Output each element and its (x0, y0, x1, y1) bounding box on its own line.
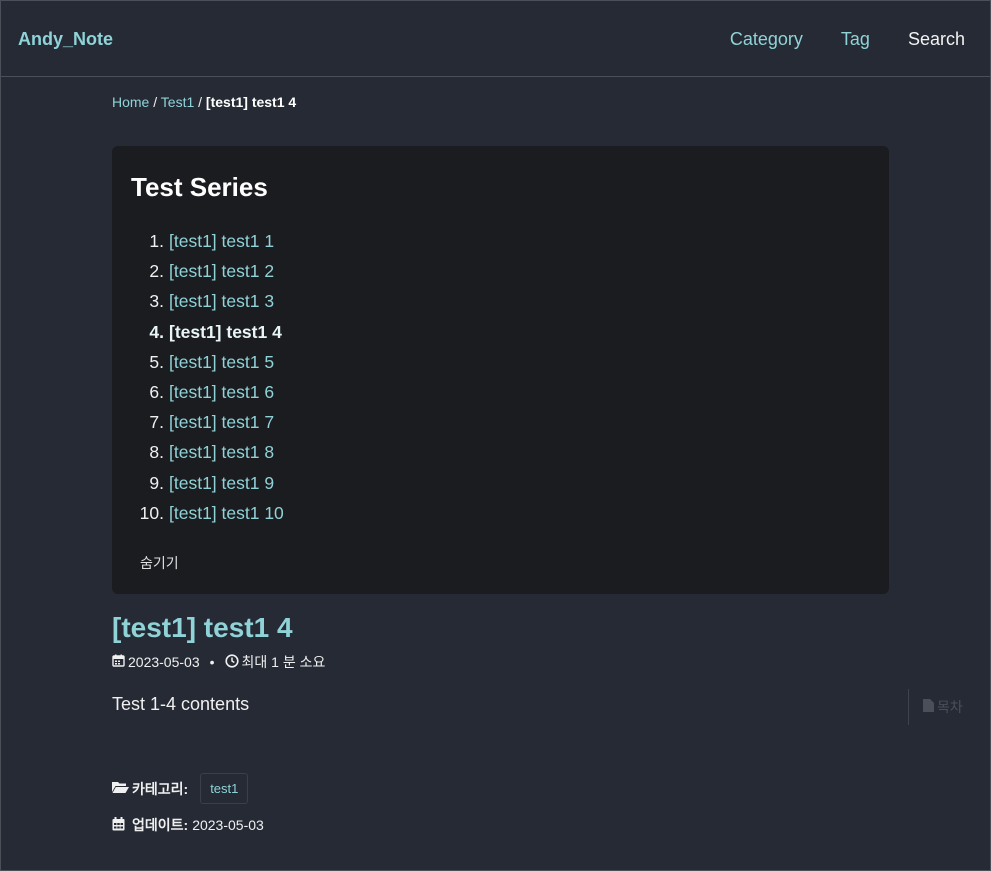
post-content: Test 1-4 contents (112, 694, 250, 714)
nav-tag-link[interactable]: Tag (841, 29, 870, 50)
top-navbar: Andy_Note Category Tag Search (1, 1, 990, 77)
toc-button[interactable]: 목차 (908, 689, 991, 725)
series-item-number: 3. (149, 291, 164, 312)
post-date: 2023-05-03 (128, 654, 200, 670)
series-item-number: 6. (149, 381, 164, 402)
series-item-link[interactable]: [test1] test1 10 (169, 502, 284, 532)
series-item-number: 4. (149, 321, 164, 342)
breadcrumb-home[interactable]: Home (112, 94, 149, 110)
breadcrumb-separator: / (198, 94, 203, 110)
series-title: Test Series (131, 172, 268, 202)
series-item: 9. [test1] test1 9 (132, 472, 284, 502)
breadcrumb: Home / Test1 / [test1] test1 4 (112, 94, 296, 110)
main-nav: Category Tag Search (692, 29, 965, 50)
series-item-number: 8. (149, 442, 164, 463)
folder-open-icon (112, 781, 129, 797)
series-item-number: 1. (149, 231, 164, 251)
series-item-link[interactable]: [test1] test1 6 (169, 381, 274, 411)
series-item-number: 5. (149, 351, 164, 372)
category-chip[interactable]: test1 (200, 773, 249, 804)
series-item: 8. [test1] test1 8 (132, 441, 284, 471)
series-item-link[interactable]: [test1] test1 3 (169, 290, 274, 320)
file-icon (923, 699, 934, 715)
series-item: 6. [test1] test1 6 (132, 381, 284, 411)
calendar-icon (112, 816, 125, 834)
site-brand[interactable]: Andy_Note (18, 29, 113, 50)
series-item: 5. [test1] test1 5 (132, 351, 284, 381)
toc-label: 목차 (937, 699, 963, 715)
series-list: 1. [test1] test1 1 2. [test1] test1 2 3. [t… (132, 230, 284, 532)
series-hide-toggle[interactable]: 숨기기 (140, 553, 179, 573)
series-panel: Test Series 1. [test1] test1 1 2. [test1] … (112, 146, 889, 594)
series-item-number: 2. (149, 261, 164, 282)
series-item-link[interactable]: [test1] test1 2 (169, 260, 274, 290)
series-item-number: 10. (139, 502, 164, 523)
meta-separator: • (209, 654, 215, 670)
series-item: 1. [test1] test1 1 (132, 230, 284, 260)
series-item-link[interactable]: [test1] test1 9 (169, 472, 274, 502)
breadcrumb-separator: / (153, 94, 158, 110)
updated-label: 업데이트: (132, 817, 189, 833)
post-read-time: 최대 1 분 소요 (241, 654, 326, 670)
post-category-row: 카테고리: test1 (112, 773, 249, 804)
breadcrumb-section[interactable]: Test1 (161, 94, 194, 110)
breadcrumb-current: [test1] test1 4 (205, 94, 297, 110)
category-label: 카테고리: (132, 780, 189, 797)
post-title: [test1] test1 4 (112, 612, 293, 643)
nav-category-link[interactable]: Category (730, 29, 803, 50)
calendar-icon (112, 654, 125, 670)
series-item: 2. [test1] test1 2 (132, 260, 284, 290)
post-updated-row: 업데이트: 2023-05-03 (112, 815, 264, 835)
series-item-link[interactable]: [test1] test1 7 (169, 411, 274, 441)
post-meta: 2023-05-03 • 최대 1 분 소요 (112, 652, 325, 672)
series-item-link[interactable]: [test1] test1 1 (169, 230, 274, 260)
series-item-number: 9. (149, 472, 164, 493)
series-item-current: 4. [test1] test1 4 (132, 321, 284, 351)
clock-icon (224, 653, 239, 671)
updated-date: 2023-05-03 (192, 817, 264, 833)
series-item-number: 7. (149, 412, 164, 433)
series-item: 10. [test1] test1 10 (132, 502, 284, 532)
series-item-link[interactable]: [test1] test1 5 (169, 351, 274, 381)
nav-search-link[interactable]: Search (908, 29, 965, 50)
series-item-current-label: [test1] test1 4 (169, 321, 282, 342)
series-item-link[interactable]: [test1] test1 8 (169, 441, 274, 471)
series-item: 7. [test1] test1 7 (132, 411, 284, 441)
series-item: 3. [test1] test1 3 (132, 290, 284, 320)
